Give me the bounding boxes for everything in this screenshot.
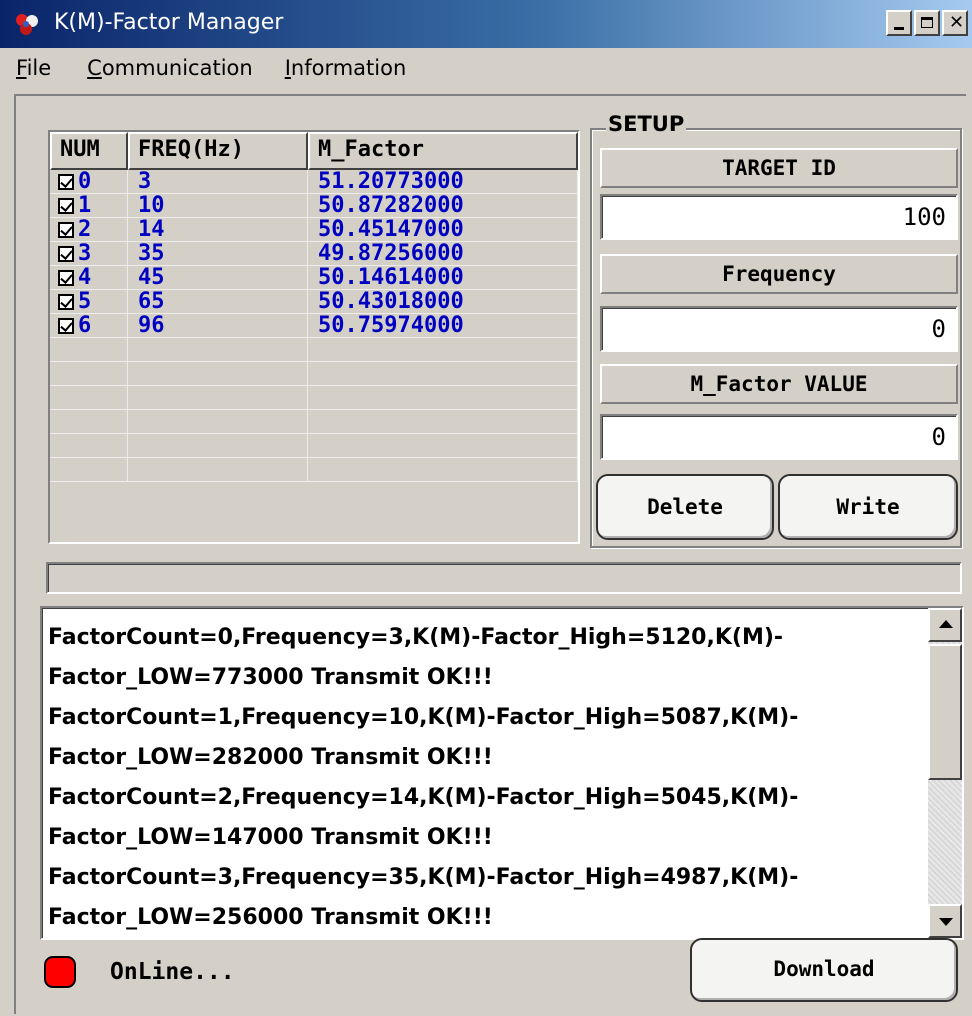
row-freq: 35 — [128, 242, 308, 265]
log-textbox[interactable]: FactorCount=0,Frequency=3,K(M)-Factor_Hi… — [40, 606, 964, 940]
mfactor-label: M_Factor VALUE — [600, 364, 958, 404]
minimize-button[interactable] — [886, 10, 912, 36]
row-factor: 51.20773000 — [308, 170, 578, 193]
table-row[interactable]: 1 10 50.87282000 — [50, 194, 578, 218]
header-freq[interactable]: FREQ(Hz) — [128, 132, 308, 170]
maximize-icon — [921, 17, 933, 28]
minimize-icon — [894, 27, 904, 30]
write-button[interactable]: Write — [778, 474, 958, 540]
header-mfactor[interactable]: M_Factor — [308, 132, 578, 170]
close-icon: ✕ — [949, 12, 965, 33]
target-id-field[interactable]: 100 — [600, 194, 958, 240]
empty-row — [50, 410, 578, 434]
setup-legend: SETUP — [606, 112, 687, 136]
row-factor: 50.43018000 — [308, 290, 578, 313]
arrow-down-icon — [939, 918, 953, 926]
log-line: FactorCount=0,Frequency=3,K(M)-Factor_Hi… — [48, 625, 784, 650]
row-num: 0 — [78, 169, 92, 194]
app-icon — [16, 14, 38, 35]
row-freq: 10 — [128, 194, 308, 217]
log-line: Factor_LOW=147000 Transmit OK!!! — [48, 825, 493, 850]
arrow-up-icon — [939, 620, 953, 628]
scroll-up-button[interactable] — [928, 608, 962, 642]
frequency-label: Frequency — [600, 254, 958, 294]
row-num: 3 — [78, 241, 92, 266]
row-checkbox[interactable] — [58, 221, 74, 238]
row-checkbox[interactable] — [58, 197, 74, 214]
row-freq: 96 — [128, 314, 308, 337]
empty-row — [50, 458, 578, 482]
menu-communication[interactable]: Communication — [87, 56, 253, 80]
row-num: 6 — [78, 313, 92, 338]
row-checkbox[interactable] — [58, 173, 74, 190]
table-row[interactable]: 3 35 49.87256000 — [50, 242, 578, 266]
row-num: 2 — [78, 217, 92, 242]
row-factor: 50.45147000 — [308, 218, 578, 241]
log-line: FactorCount=1,Frequency=10,K(M)-Factor_H… — [48, 705, 799, 730]
table-row[interactable]: 6 96 50.75974000 — [50, 314, 578, 338]
row-checkbox[interactable] — [58, 293, 74, 310]
log-line: Factor_LOW=773000 Transmit OK!!! — [48, 665, 493, 690]
menu-file[interactable]: File — [16, 56, 51, 80]
menu-bar: File Communication Information — [0, 48, 972, 88]
empty-row — [50, 338, 578, 362]
window-title: K(M)-Factor Manager — [54, 10, 284, 35]
empty-row — [50, 434, 578, 458]
factor-table[interactable]: NUM FREQ(Hz) M_Factor 0 3 51.20773000 1 … — [48, 130, 580, 544]
table-row[interactable]: 0 3 51.20773000 — [50, 170, 578, 194]
empty-row — [50, 362, 578, 386]
row-checkbox[interactable] — [58, 245, 74, 262]
title-bar[interactable]: K(M)-Factor Manager ✕ — [0, 0, 972, 48]
row-num: 4 — [78, 265, 92, 290]
log-line: FactorCount=3,Frequency=35,K(M)-Factor_H… — [48, 865, 799, 890]
progress-bar — [46, 562, 962, 594]
status-text: OnLine... — [110, 959, 235, 985]
row-num: 5 — [78, 289, 92, 314]
row-freq: 65 — [128, 290, 308, 313]
target-id-label: TARGET ID — [600, 148, 958, 188]
log-line: Factor_LOW=256000 Transmit OK!!! — [48, 905, 493, 930]
table-row[interactable]: 5 65 50.43018000 — [50, 290, 578, 314]
empty-row — [50, 386, 578, 410]
table-row[interactable]: 2 14 50.45147000 — [50, 218, 578, 242]
row-freq: 3 — [128, 170, 308, 193]
row-factor: 49.87256000 — [308, 242, 578, 265]
table-body: 0 3 51.20773000 1 10 50.87282000 2 14 50… — [50, 170, 578, 482]
log-content: FactorCount=0,Frequency=3,K(M)-Factor_Hi… — [48, 618, 918, 938]
table-row[interactable]: 4 45 50.14614000 — [50, 266, 578, 290]
row-factor: 50.75974000 — [308, 314, 578, 337]
row-checkbox[interactable] — [58, 317, 74, 334]
scroll-down-button[interactable] — [928, 904, 962, 938]
menu-information[interactable]: Information — [285, 56, 407, 80]
scroll-thumb[interactable] — [928, 644, 962, 780]
log-scrollbar[interactable] — [928, 608, 962, 938]
status-led-icon — [44, 956, 76, 988]
close-button[interactable]: ✕ — [942, 10, 968, 36]
row-freq: 14 — [128, 218, 308, 241]
row-checkbox[interactable] — [58, 269, 74, 286]
delete-button[interactable]: Delete — [596, 474, 774, 540]
download-button[interactable]: Download — [690, 938, 958, 1002]
row-factor: 50.14614000 — [308, 266, 578, 289]
log-line: FactorCount=2,Frequency=14,K(M)-Factor_H… — [48, 785, 799, 810]
log-line: Factor_LOW=282000 Transmit OK!!! — [48, 745, 493, 770]
maximize-button[interactable] — [914, 10, 940, 36]
frequency-field[interactable]: 0 — [600, 306, 958, 352]
row-num: 1 — [78, 193, 92, 218]
mfactor-field[interactable]: 0 — [600, 414, 958, 460]
row-freq: 45 — [128, 266, 308, 289]
header-num[interactable]: NUM — [50, 132, 128, 170]
table-header: NUM FREQ(Hz) M_Factor — [50, 132, 578, 170]
row-factor: 50.87282000 — [308, 194, 578, 217]
